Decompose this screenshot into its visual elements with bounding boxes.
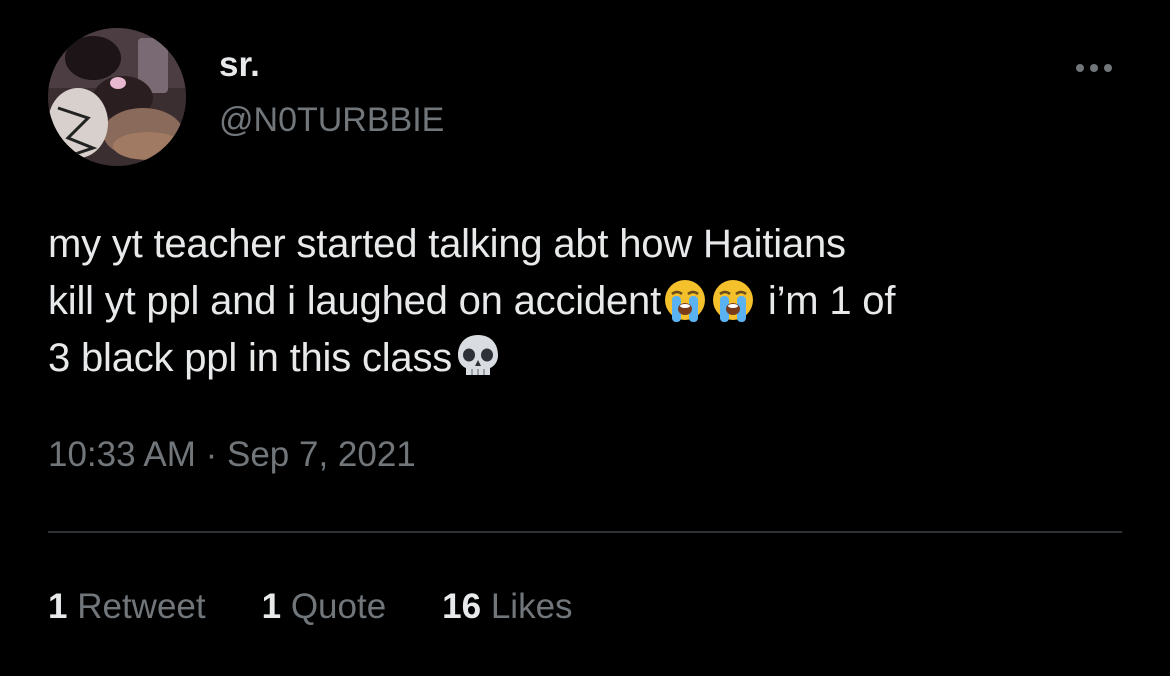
timestamp-separator: · (195, 435, 227, 474)
more-options-button[interactable] (1068, 48, 1120, 88)
quotes-stat[interactable]: 1 Quote (262, 586, 387, 628)
tweet-detail: sr. @N0TURBBIE my yt teacher started tal… (0, 0, 1170, 676)
likes-label: Likes (490, 587, 573, 626)
tweet-text-line: kill yt ppl and i laughed on accident i’… (48, 273, 1128, 330)
tweet-text-line: my yt teacher started talking abt how Ha… (48, 222, 846, 266)
tweet-text-segment: 3 black ppl in this class (48, 336, 453, 380)
tweet-text: my yt teacher started talking abt how Ha… (48, 216, 1128, 387)
tweet-time[interactable]: 10:33 AM (48, 435, 196, 474)
tweet-text-segment: i’m 1 of (757, 279, 896, 323)
tweet-date[interactable]: Sep 7, 2021 (227, 435, 416, 474)
more-horizontal-icon (1076, 64, 1112, 72)
tweet-text-segment: kill yt ppl and i laughed on accident (48, 279, 662, 323)
retweets-stat[interactable]: 1 Retweet (48, 586, 206, 628)
likes-stat[interactable]: 16 Likes (442, 586, 572, 628)
loudly-crying-face-emoji (663, 278, 707, 322)
skull-emoji (454, 333, 502, 379)
tweet-text-line: 3 black ppl in this class (48, 330, 1128, 387)
loudly-crying-face-emoji (711, 278, 755, 322)
divider (48, 531, 1122, 533)
avatar-photo (48, 28, 186, 166)
user-handle[interactable]: @N0TURBBIE (219, 100, 444, 141)
quotes-count: 1 (261, 587, 282, 626)
retweets-label: Retweet (77, 587, 206, 626)
tweet-timestamp: 10:33 AM · Sep 7, 2021 (48, 434, 416, 476)
display-name[interactable]: sr. (219, 44, 260, 86)
avatar[interactable] (48, 28, 186, 166)
quotes-label: Quote (290, 587, 387, 626)
likes-count: 16 (442, 587, 482, 626)
retweets-count: 1 (48, 587, 68, 626)
engagement-stats: 1 Retweet 1 Quote 16 Likes (48, 586, 573, 628)
